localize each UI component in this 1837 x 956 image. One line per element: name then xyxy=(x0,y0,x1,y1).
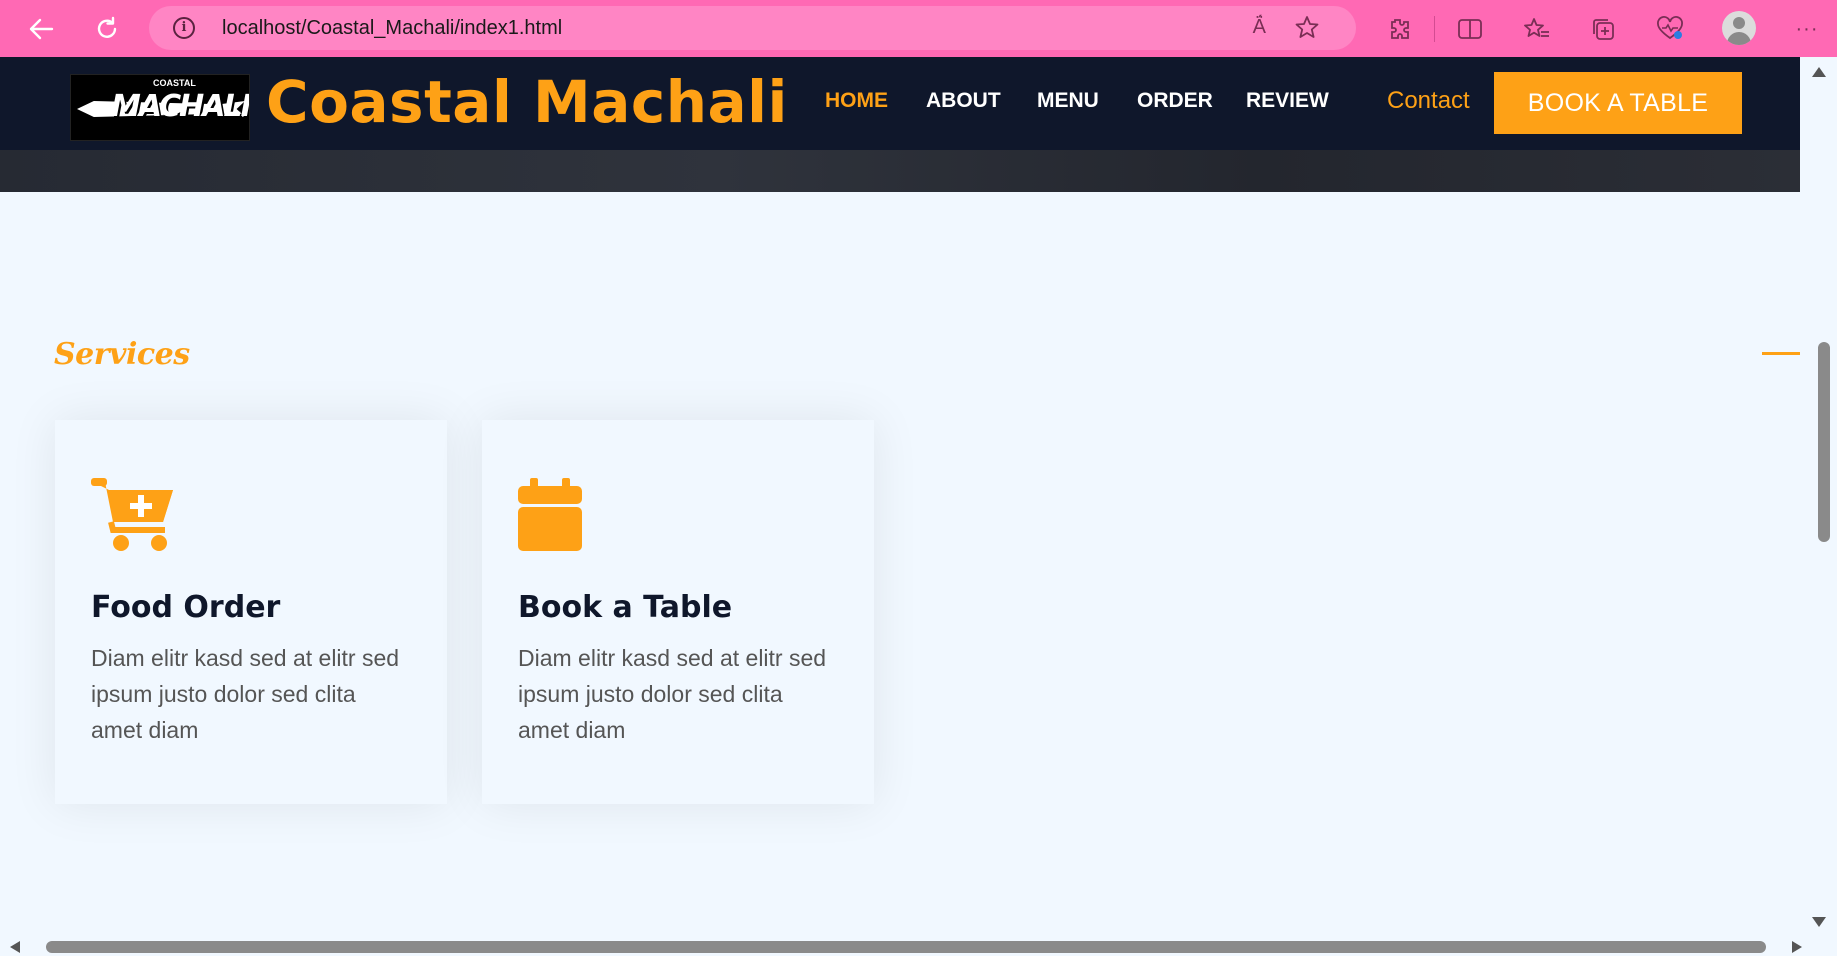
page-viewport: COASTAL MACHALI Coastal Machali HOME ABO… xyxy=(0,57,1800,937)
address-bar[interactable]: i localhost/Coastal_Machali/index1.html … xyxy=(149,6,1356,50)
refresh-icon[interactable] xyxy=(92,14,122,44)
browser-essentials-icon[interactable] xyxy=(1655,14,1685,44)
scroll-down-arrow-icon[interactable] xyxy=(1812,917,1826,927)
scroll-up-arrow-icon[interactable] xyxy=(1812,67,1826,77)
card-description: Diam elitr kasd sed at elitr sed ipsum j… xyxy=(91,645,400,743)
book-table-button[interactable]: BOOK A TABLE xyxy=(1494,72,1742,134)
extensions-icon[interactable] xyxy=(1384,14,1414,44)
site-navbar: COASTAL MACHALI Coastal Machali HOME ABO… xyxy=(0,57,1800,150)
toolbar-separator xyxy=(1434,16,1435,42)
more-icon[interactable]: ··· xyxy=(1792,14,1822,44)
nav-item-home[interactable]: HOME xyxy=(825,89,888,113)
profile-icon[interactable] xyxy=(1722,11,1756,45)
logo-subtext: COASTAL xyxy=(153,78,196,88)
nav-item-order[interactable]: ORDER xyxy=(1137,89,1213,113)
card-title: Food Order xyxy=(91,590,281,625)
collections-icon[interactable] xyxy=(1588,14,1618,44)
nav-item-menu[interactable]: MENU xyxy=(1037,89,1099,113)
back-arrow-icon[interactable] xyxy=(26,14,56,44)
favorite-star-icon[interactable] xyxy=(1294,14,1320,47)
card-title: Book a Table xyxy=(518,590,733,625)
site-info-icon[interactable]: i xyxy=(173,17,195,39)
cart-plus-icon xyxy=(91,478,175,557)
site-logo[interactable]: COASTAL MACHALI xyxy=(70,74,250,141)
read-aloud-icon[interactable]: Ä́ xyxy=(1253,16,1266,39)
nav-item-contact[interactable]: Contact xyxy=(1387,87,1470,115)
url-text[interactable]: localhost/Coastal_Machali/index1.html xyxy=(222,17,562,40)
browser-toolbar: i localhost/Coastal_Machali/index1.html … xyxy=(0,0,1837,57)
calendar-icon xyxy=(518,478,582,557)
logo-text: MACHALI xyxy=(111,89,250,124)
scroll-right-arrow-icon[interactable] xyxy=(1792,941,1802,953)
hero-background xyxy=(0,150,1800,192)
favorites-icon[interactable] xyxy=(1522,14,1552,44)
nav-item-about[interactable]: ABOUT xyxy=(926,89,1001,113)
service-card-food-order[interactable]: Food Order Diam elitr kasd sed at elitr … xyxy=(55,420,447,804)
section-label-services: Services xyxy=(54,337,190,372)
horizontal-scroll-thumb[interactable] xyxy=(46,941,1766,953)
vertical-scrollbar[interactable] xyxy=(1800,57,1837,937)
split-screen-icon[interactable] xyxy=(1455,14,1485,44)
scroll-left-arrow-icon[interactable] xyxy=(10,941,20,953)
service-card-book-table[interactable]: Book a Table Diam elitr kasd sed at elit… xyxy=(482,420,874,804)
vertical-scroll-thumb[interactable] xyxy=(1818,342,1830,542)
decorative-line xyxy=(1762,352,1800,355)
card-description: Diam elitr kasd sed at elitr sed ipsum j… xyxy=(518,645,827,743)
horizontal-scrollbar[interactable] xyxy=(0,937,1837,956)
nav-item-review[interactable]: REVIEW xyxy=(1246,89,1329,113)
brand-title[interactable]: Coastal Machali xyxy=(266,68,788,136)
